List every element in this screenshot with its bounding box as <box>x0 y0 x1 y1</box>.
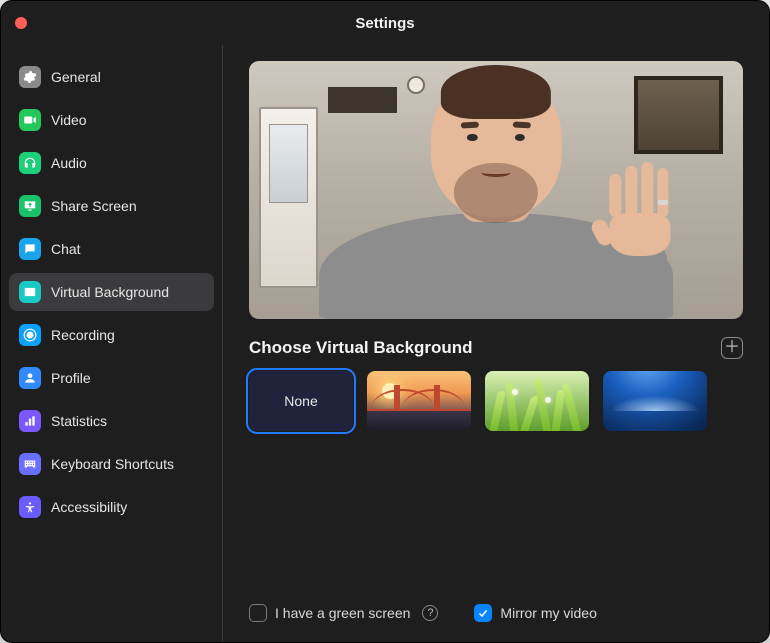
help-icon[interactable]: ? <box>422 605 438 621</box>
sidebar-item-recording[interactable]: Recording <box>9 316 214 354</box>
bar-chart-icon <box>19 410 41 432</box>
sidebar-item-label: Keyboard Shortcuts <box>51 456 174 472</box>
background-option-earth-from-space[interactable] <box>603 371 707 431</box>
settings-window: Settings General Video Audio <box>0 0 770 643</box>
background-option-none[interactable]: None <box>249 371 353 431</box>
sidebar-item-label: Chat <box>51 241 81 257</box>
video-preview <box>249 61 743 319</box>
sidebar-item-video[interactable]: Video <box>9 101 214 139</box>
sidebar-item-keyboard-shortcuts[interactable]: Keyboard Shortcuts <box>9 445 214 483</box>
mirror-video-label: Mirror my video <box>500 605 596 621</box>
green-screen-option[interactable]: I have a green screen ? <box>249 604 438 622</box>
background-option-label: None <box>284 393 317 409</box>
sidebar-item-profile[interactable]: Profile <box>9 359 214 397</box>
green-screen-label: I have a green screen <box>275 605 410 621</box>
sidebar-item-label: Audio <box>51 155 87 171</box>
sidebar-item-label: Statistics <box>51 413 107 429</box>
video-camera-icon <box>19 109 41 131</box>
window-title: Settings <box>355 15 414 32</box>
window-controls <box>15 17 67 29</box>
content-area: General Video Audio Share Screen <box>1 45 769 642</box>
sidebar-item-share-screen[interactable]: Share Screen <box>9 187 214 225</box>
preview-person <box>303 107 688 319</box>
sidebar-item-virtual-background[interactable]: Virtual Background <box>9 273 214 311</box>
plus-icon: ＋ <box>724 340 740 356</box>
sidebar-item-label: Virtual Background <box>51 284 169 300</box>
titlebar: Settings <box>1 1 769 45</box>
sidebar-item-accessibility[interactable]: Accessibility <box>9 488 214 526</box>
checkbox-checked-icon <box>474 604 492 622</box>
share-screen-icon <box>19 195 41 217</box>
section-header: Choose Virtual Background ＋ <box>249 337 743 359</box>
backgrounds-row: None <box>249 371 743 431</box>
preview-waving-hand <box>573 158 704 255</box>
sidebar-item-label: Video <box>51 112 87 128</box>
record-icon <box>19 324 41 346</box>
mirror-video-option[interactable]: Mirror my video <box>474 604 596 622</box>
sidebar-item-audio[interactable]: Audio <box>9 144 214 182</box>
sidebar-item-chat[interactable]: Chat <box>9 230 214 268</box>
sidebar-item-label: Accessibility <box>51 499 127 515</box>
gear-icon <box>19 66 41 88</box>
sidebar-item-label: Recording <box>51 327 115 343</box>
user-icon <box>19 367 41 389</box>
sidebar-item-label: General <box>51 69 101 85</box>
sidebar-item-general[interactable]: General <box>9 58 214 96</box>
sidebar: General Video Audio Share Screen <box>1 45 223 642</box>
checkbox-unchecked-icon <box>249 604 267 622</box>
main-panel: Choose Virtual Background ＋ None <box>223 45 769 642</box>
sidebar-item-label: Profile <box>51 370 91 386</box>
section-title: Choose Virtual Background <box>249 338 473 358</box>
background-option-golden-gate-bridge[interactable] <box>367 371 471 431</box>
headphones-icon <box>19 152 41 174</box>
accessibility-icon <box>19 496 41 518</box>
background-option-grass[interactable] <box>485 371 589 431</box>
virtual-background-icon <box>19 281 41 303</box>
keyboard-icon <box>19 453 41 475</box>
add-background-button[interactable]: ＋ <box>721 337 743 359</box>
chat-bubble-icon <box>19 238 41 260</box>
footer-options: I have a green screen ? Mirror my video <box>249 584 743 622</box>
close-window-button[interactable] <box>15 17 27 29</box>
sidebar-item-label: Share Screen <box>51 198 137 214</box>
sidebar-item-statistics[interactable]: Statistics <box>9 402 214 440</box>
